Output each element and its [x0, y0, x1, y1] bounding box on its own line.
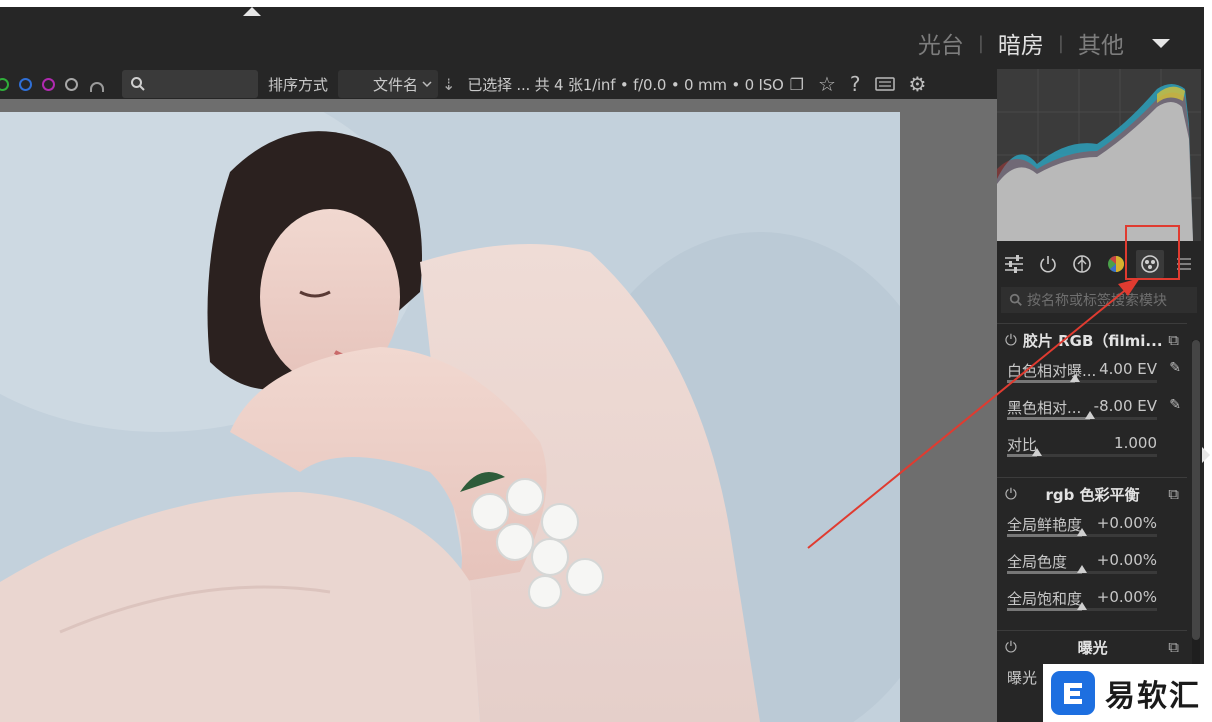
power-icon[interactable]: ⏻	[1005, 331, 1017, 349]
chevron-down-icon	[422, 81, 432, 88]
histogram[interactable]	[997, 69, 1201, 241]
grouping-icon[interactable]: ❐	[790, 75, 804, 94]
selection-status: 已选择 ... 共 4 张1/inf • f/0.0 • 0 mm • 0 IS…	[467, 75, 784, 94]
slider-label: 全局色度	[1007, 553, 1068, 571]
slider-knob[interactable]	[1077, 528, 1087, 536]
slider-knob[interactable]	[1077, 565, 1087, 573]
slider-track[interactable]	[1007, 602, 1157, 611]
module-color-balance-rgb: ⏻ rgb 色彩平衡 ⧉ 全局鲜艳度 +0.00% 全局色度 +0.00% 全局…	[997, 477, 1187, 621]
slider-value: 1.000	[1114, 434, 1157, 452]
watermark: 易软汇	[1043, 664, 1212, 722]
view-separator: |	[977, 32, 984, 54]
slider-row[interactable]: 对比 1.000	[997, 430, 1187, 467]
power-icon[interactable]: ⏻	[1005, 485, 1017, 503]
purple-label-icon[interactable]	[42, 77, 55, 91]
module-title: 曝光	[1077, 638, 1108, 657]
module-filmic-rgb: ⏻ 胶片 RGB（filmi... ⧉ 白色相对曝... 4.00 EV ✎ 黑…	[997, 323, 1187, 467]
color-picker-icon[interactable]: ✎	[1169, 360, 1181, 376]
slider-track[interactable]	[1007, 448, 1157, 457]
slider-row[interactable]: 白色相对曝... 4.00 EV ✎	[997, 356, 1187, 393]
slider-row[interactable]: 全局鲜艳度 +0.00%	[997, 510, 1187, 547]
slider-knob[interactable]	[1032, 448, 1042, 456]
sort-order-icon[interactable]: ⇣	[442, 75, 455, 94]
slider-value: -8.00 EV	[1093, 397, 1157, 415]
module-search-input[interactable]: 按名称或标签搜索模块	[1001, 287, 1197, 313]
slider-row[interactable]: 全局色度 +0.00%	[997, 547, 1187, 584]
annotation-highlight-box	[1125, 225, 1180, 280]
slider-value: 4.00 EV	[1099, 360, 1157, 378]
gray-label-icon[interactable]	[65, 77, 78, 91]
external-link-icon[interactable]: ⧉	[1168, 485, 1179, 503]
slider-fill	[1007, 608, 1082, 611]
search-input[interactable]	[122, 70, 258, 98]
star-icon[interactable]: ☆	[818, 72, 836, 96]
sort-value: 文件名	[373, 75, 419, 94]
external-link-icon[interactable]: ⧉	[1168, 331, 1179, 349]
photo-illustration	[0, 112, 900, 722]
image-canvas	[0, 99, 997, 722]
slider-fill	[1007, 534, 1082, 537]
green-label-icon[interactable]	[0, 77, 9, 91]
slider-label: 白色相对曝...	[1007, 362, 1097, 380]
slider-fill	[1007, 571, 1082, 574]
view-switcher: 光台 | 暗房 | 其他	[918, 25, 1170, 61]
right-panel: 按名称或标签搜索模块 ⏻ 胶片 RGB（filmi... ⧉ 白色相对曝... …	[997, 69, 1204, 722]
search-icon	[1009, 293, 1022, 306]
module-title: rgb 色彩平衡	[1045, 485, 1140, 504]
top-panel-toggle-icon[interactable]	[243, 7, 261, 16]
slider-track[interactable]	[1007, 411, 1157, 420]
sort-label: 排序方式	[268, 75, 329, 94]
gear-icon[interactable]: ⚙	[909, 72, 927, 96]
module-header[interactable]: ⏻ 曝光 ⧉	[997, 631, 1187, 663]
view-other[interactable]: 其他	[1078, 26, 1124, 60]
module-header[interactable]: ⏻ 胶片 RGB（filmi... ⧉	[997, 324, 1187, 356]
slider-knob[interactable]	[1084, 411, 1095, 419]
search-icon	[131, 77, 145, 91]
photo-preview	[0, 112, 900, 722]
active-modules-power-icon[interactable]	[1034, 250, 1062, 278]
slider-track[interactable]	[1007, 565, 1157, 574]
label-operator-icon[interactable]	[90, 82, 104, 92]
view-separator: |	[1057, 32, 1064, 54]
slider-value: +0.00%	[1096, 588, 1157, 606]
slider-fill	[1007, 417, 1090, 420]
panel-scrollbar-thumb[interactable]	[1192, 340, 1200, 640]
collapse-triangle-icon[interactable]	[1152, 38, 1170, 48]
keyboard-icon[interactable]	[874, 77, 895, 91]
slider-fill	[1007, 380, 1075, 383]
right-panel-toggle-icon[interactable]	[1202, 447, 1210, 463]
slider-row[interactable]: 全局饱和度 +0.00%	[997, 584, 1187, 621]
help-icon[interactable]: ?	[850, 72, 861, 96]
slider-row[interactable]: 黑色相对... -8.00 EV ✎	[997, 393, 1187, 430]
sort-select[interactable]: 文件名	[338, 70, 439, 98]
filter-toolbar: 排序方式 文件名 ⇣ 已选择 ... 共 4 张1/inf • f/0.0 • …	[0, 69, 990, 99]
module-search-placeholder: 按名称或标签搜索模块	[1027, 293, 1167, 309]
quick-access-tab-icon[interactable]	[1000, 250, 1028, 278]
slider-label: 全局鲜艳度	[1007, 516, 1083, 534]
slider-label: 黑色相对...	[1007, 399, 1082, 417]
blue-label-icon[interactable]	[19, 77, 32, 91]
watermark-logo-icon	[1051, 671, 1095, 715]
module-header[interactable]: ⏻ rgb 色彩平衡 ⧉	[997, 478, 1187, 510]
slider-knob[interactable]	[1069, 374, 1080, 382]
darktable-window: 光台 | 暗房 | 其他 排序方式 文件名 ⇣ 已选择 ... 共 4 张1/i…	[0, 7, 1204, 722]
slider-knob[interactable]	[1077, 602, 1087, 610]
base-modules-icon[interactable]	[1068, 250, 1096, 278]
slider-label: 全局饱和度	[1007, 590, 1083, 608]
module-title: 胶片 RGB（filmi...	[1022, 331, 1163, 350]
slider-label: 曝光	[1007, 669, 1038, 687]
slider-value: +0.00%	[1096, 551, 1157, 569]
power-icon[interactable]: ⏻	[1005, 638, 1017, 656]
slider-track[interactable]	[1007, 374, 1157, 383]
view-darkroom[interactable]: 暗房	[998, 26, 1044, 60]
watermark-text: 易软汇	[1105, 679, 1201, 714]
slider-value: +0.00%	[1096, 514, 1157, 532]
slider-track[interactable]	[1007, 528, 1157, 537]
color-picker-icon[interactable]: ✎	[1169, 397, 1181, 413]
view-lighttable[interactable]: 光台	[918, 26, 964, 60]
external-link-icon[interactable]: ⧉	[1168, 638, 1179, 656]
